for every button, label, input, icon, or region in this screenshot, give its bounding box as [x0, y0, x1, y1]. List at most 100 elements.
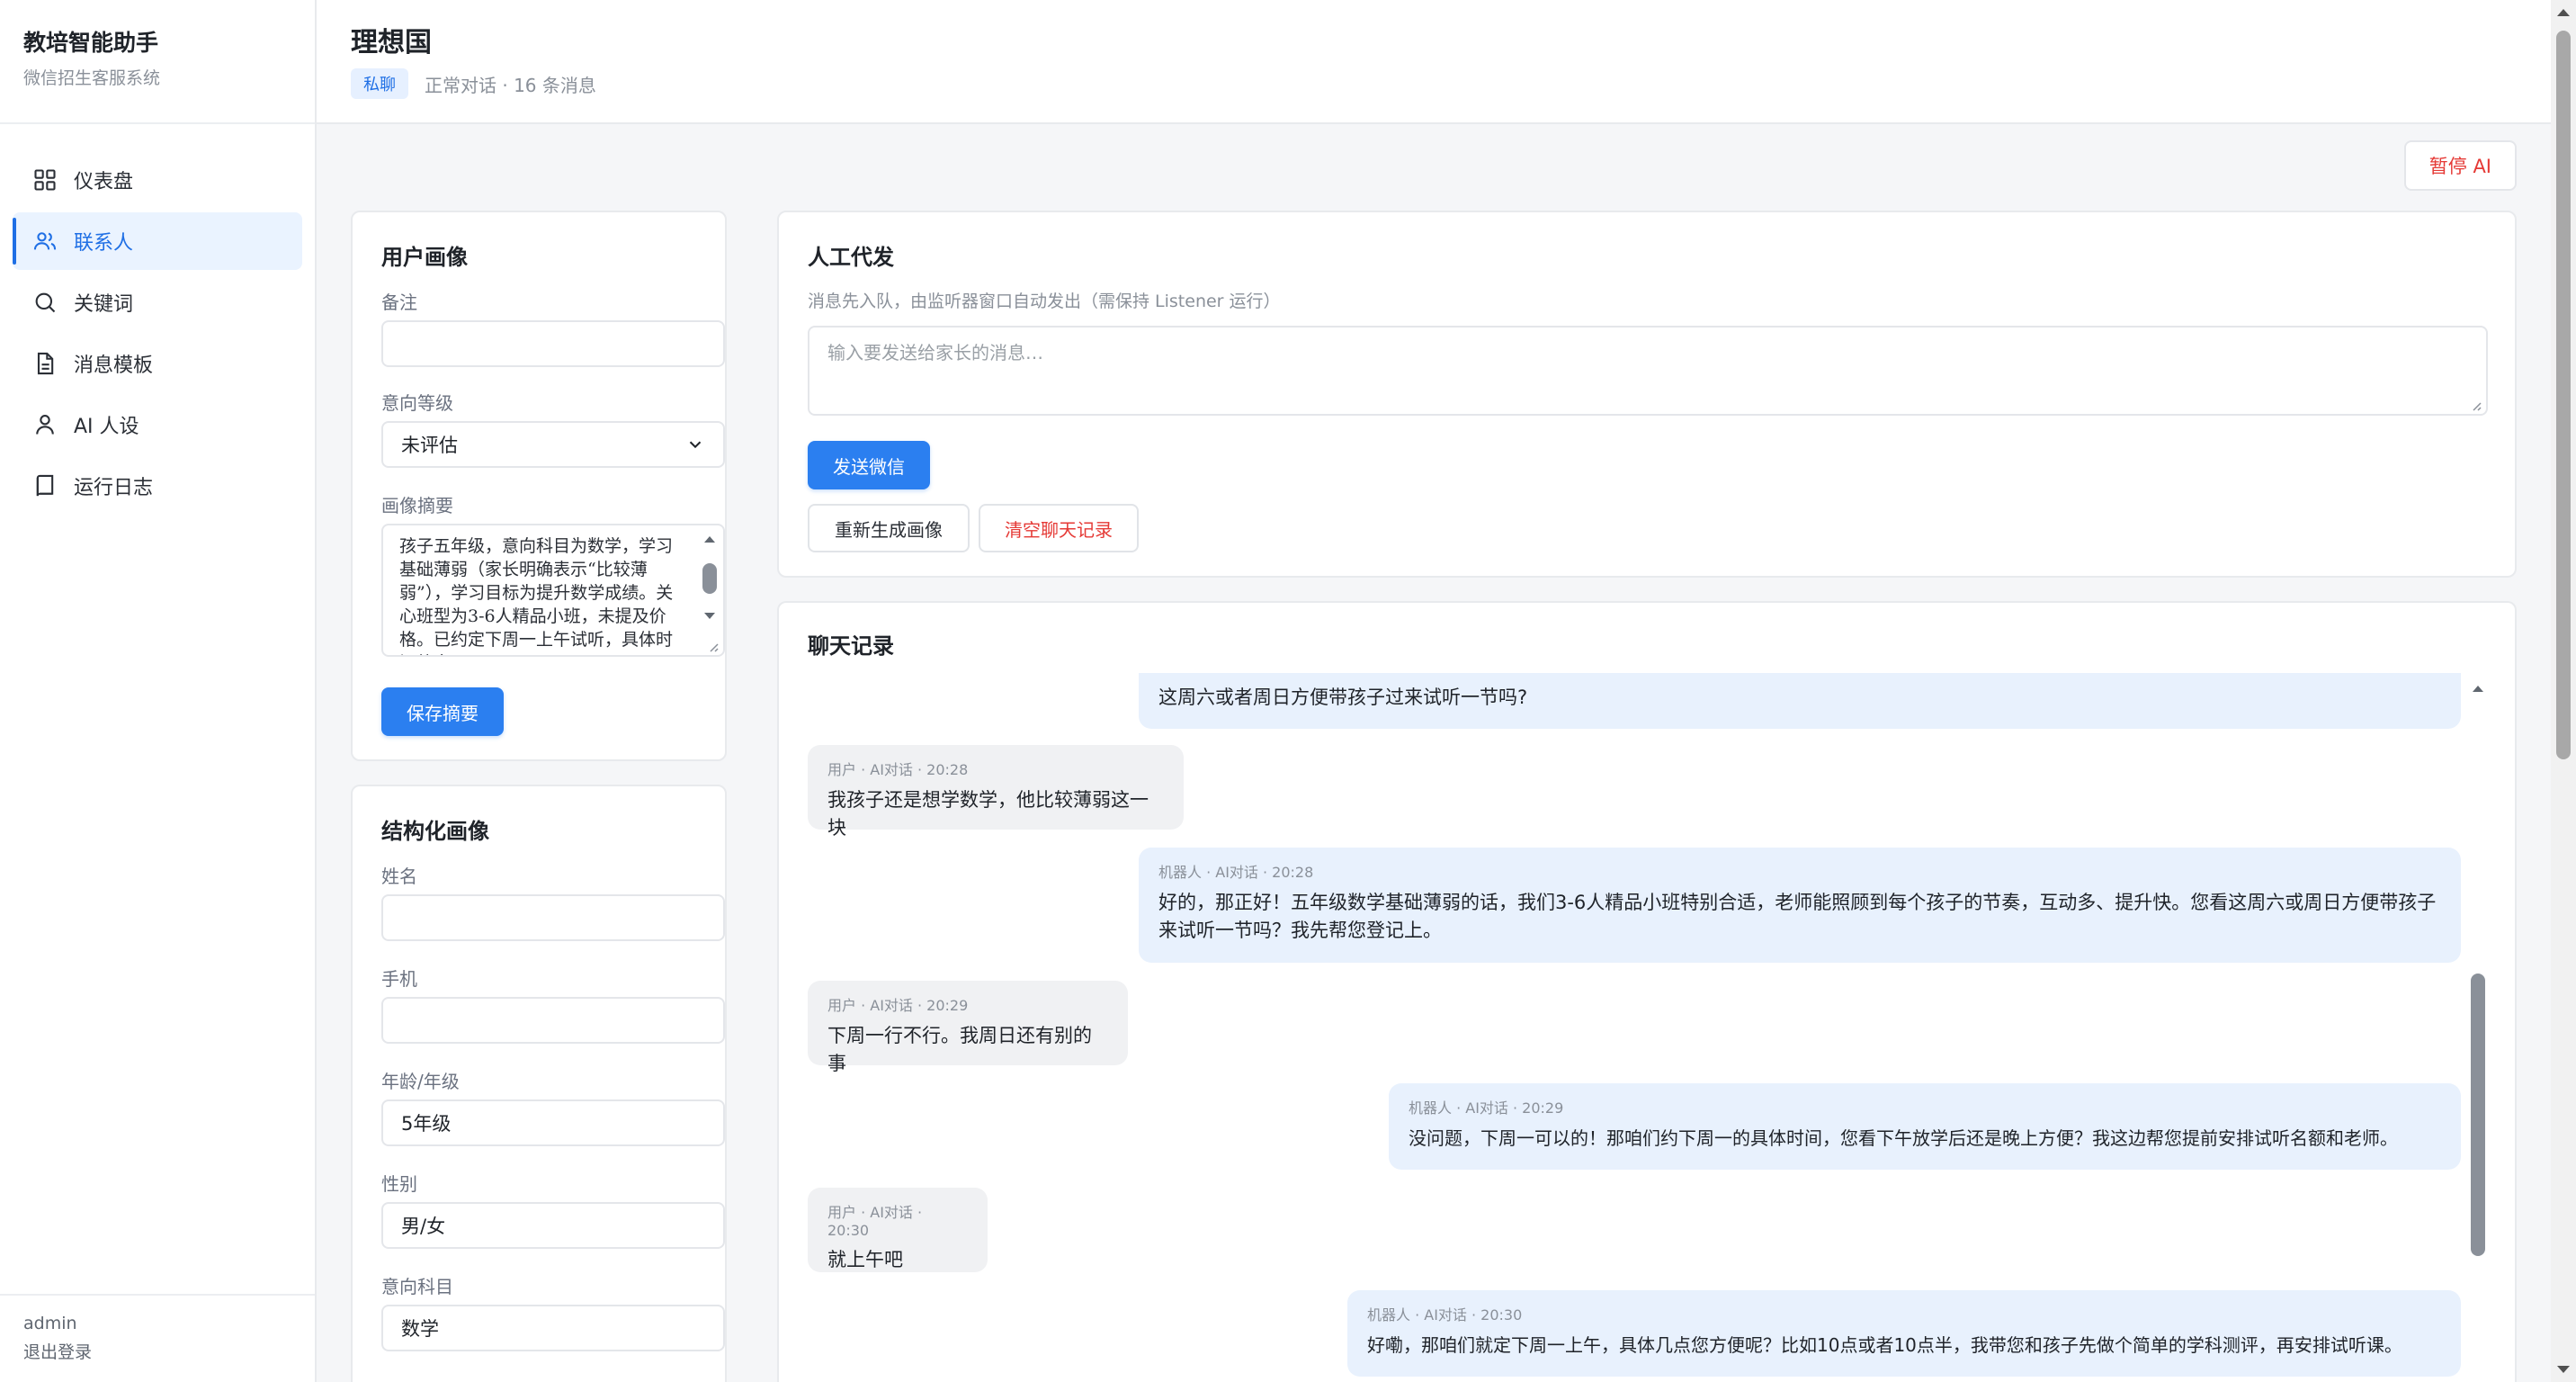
name-label: 姓名	[381, 866, 417, 887]
resize-handle-icon[interactable]	[705, 639, 720, 653]
chevron-down-icon	[689, 441, 702, 449]
grade-label: 年龄/年级	[381, 1071, 460, 1092]
subject-input[interactable]: 数学	[381, 1305, 725, 1351]
sidebar-item-label: 关键词	[74, 293, 134, 316]
save-summary-button[interactable]: 保存摘要	[381, 687, 504, 736]
chat-message-partial: 这周六或者周日方便带孩子过来试听一节吗?	[1139, 673, 2461, 729]
card-title: 用户画像	[381, 245, 468, 270]
pause-ai-button[interactable]: 暂停 AI	[2403, 140, 2517, 191]
card-title: 聊天记录	[808, 633, 894, 659]
chat-message-user: 用户 · AI对话 · 20:30 就上午吧	[808, 1188, 988, 1272]
chat-scroll-area[interactable]: 这周六或者周日方便带孩子过来试听一节吗? 用户 · AI对话 · 20:28 我…	[808, 673, 2486, 1382]
search-icon	[35, 292, 56, 313]
book-icon	[36, 474, 54, 497]
intent-level-label: 意向等级	[381, 392, 453, 414]
summary-text: 孩子五年级，意向科目为数学，学习基础薄弱（家长明确表示“比较薄弱”），学习目标为…	[399, 536, 674, 655]
sidebar-item-contacts[interactable]: 联系人	[13, 212, 302, 270]
app-subtitle: 微信招生客服系统	[23, 68, 161, 88]
chat-message-bot: 机器人 · AI对话 · 20:30 好嘞，那咱们就定下周一上午，具体几点您方便…	[1347, 1290, 2461, 1377]
phone-label: 手机	[381, 968, 417, 990]
sidebar-item-label: 运行日志	[74, 477, 154, 499]
gender-input[interactable]: 男/女	[381, 1202, 725, 1249]
gender-label: 性别	[381, 1173, 417, 1195]
regenerate-profile-button[interactable]: 重新生成画像	[808, 504, 970, 552]
scroll-up-arrow-icon	[2557, 9, 2570, 16]
message-meta: 用户 · AI对话 · 20:30	[827, 1204, 923, 1239]
message-placeholder: 输入要发送给家长的消息…	[827, 342, 1043, 363]
document-icon	[37, 352, 54, 375]
users-icon	[33, 232, 57, 250]
intent-level-select[interactable]: 未评估	[381, 421, 725, 468]
message-meta: 用户 · AI对话 · 20:28	[827, 761, 969, 778]
grid-icon	[34, 169, 56, 191]
message-text: 没问题，下周一可以的！那咱们约下周一的具体时间，您看下午放学后还是晚上方便？我这…	[1409, 1127, 2398, 1149]
app-title: 教培智能助手	[23, 30, 159, 56]
summary-textarea[interactable]: 孩子五年级，意向科目为数学，学习基础薄弱（家长明确表示“比较薄弱”），学习目标为…	[381, 524, 725, 657]
scroll-up-arrow-icon	[2473, 686, 2483, 692]
phone-input[interactable]	[381, 997, 725, 1044]
sidebar-item-label: AI 人设	[74, 416, 139, 438]
summary-scrollbar[interactable]	[700, 531, 720, 648]
grade-input[interactable]: 5年级	[381, 1099, 725, 1146]
conversation-status: 正常对话 · 16 条消息	[425, 74, 596, 96]
message-text: 这周六或者周日方便带孩子过来试听一节吗?	[1158, 687, 1528, 708]
structured-profile-card: 结构化画像 姓名 手机 年龄/年级 5年级 性别 男/女 意向科目 数学	[351, 785, 727, 1382]
sidebar-footer: admin 退出登录	[0, 1294, 315, 1382]
conversation-meta: 私聊 正常对话 · 16 条消息	[351, 68, 2517, 99]
app-root: 教培智能助手 微信招生客服系统 仪表盘 联系人 关键词 消息模板 AI 人设 运…	[0, 0, 2576, 1382]
message-text: 好嘞，那咱们就定下周一上午，具体几点您方便呢？比如10点或者10点半，我带您和孩…	[1367, 1334, 2402, 1356]
sidebar-item-logs[interactable]: 运行日志	[13, 457, 302, 515]
chat-message-user: 用户 · AI对话 · 20:29 下周一行不行。我周日还有别的事	[808, 981, 1128, 1074]
send-wechat-button[interactable]: 发送微信	[808, 441, 930, 489]
summary-label: 画像摘要	[381, 495, 453, 516]
summary-scroll-thumb[interactable]	[702, 563, 717, 594]
person-icon	[36, 415, 54, 435]
message-meta: 机器人 · AI对话 · 20:30	[1367, 1306, 1523, 1324]
chat-message-bot: 机器人 · AI对话 · 20:29 没问题，下周一可以的！那咱们约下周一的具体…	[1389, 1083, 2461, 1170]
sidebar-item-label: 消息模板	[74, 354, 154, 377]
sidebar-item-persona[interactable]: AI 人设	[13, 396, 302, 453]
message-meta: 机器人 · AI对话 · 20:28	[1158, 864, 1314, 881]
page-scroll-thumb[interactable]	[2556, 31, 2571, 759]
chat-type-badge: 私聊	[351, 68, 408, 99]
chat-message-user: 用户 · AI对话 · 20:28 我孩子还是想学数学，他比较薄弱这一块	[808, 745, 1184, 839]
remark-label: 备注	[381, 292, 417, 313]
manual-send-card: 人工代发 消息先入队，由监听器窗口自动发出（需保持 Listener 运行） 输…	[777, 211, 2517, 578]
remark-input[interactable]	[381, 320, 725, 367]
sidebar-item-dashboard[interactable]: 仪表盘	[13, 151, 302, 209]
message-text: 我孩子还是想学数学，他比较薄弱这一块	[827, 789, 1149, 839]
scroll-down-arrow-icon	[2557, 1366, 2570, 1373]
resize-handle-icon[interactable]	[2468, 398, 2482, 412]
sidebar-item-label: 仪表盘	[74, 171, 134, 193]
message-text: 下周一行不行。我周日还有别的事	[827, 1025, 1092, 1074]
page-title: 理想国	[351, 27, 432, 58]
chat-history-card: 聊天记录 这周六或者周日方便带孩子过来试听一节吗? 用户 · AI对话 · 20…	[777, 601, 2517, 1382]
message-text: 好的，那正好！五年级数学基础薄弱的话，我们3-6人精品小班特别合适，老师能照顾到…	[1158, 892, 2437, 941]
current-user: admin	[23, 1314, 77, 1333]
sidebar: 教培智能助手 微信招生客服系统 仪表盘 联系人 关键词 消息模板 AI 人设 运…	[0, 0, 317, 1382]
message-meta: 机器人 · AI对话 · 20:29	[1409, 1099, 1564, 1117]
message-text: 就上午吧	[827, 1249, 903, 1270]
main-content: 暂停 AI 用户画像 备注 意向等级 未评估 画像摘要 孩子五年级，意向科目为数…	[317, 124, 2551, 1382]
card-title: 结构化画像	[381, 819, 489, 844]
name-input[interactable]	[381, 894, 725, 941]
chat-scrollbar[interactable]	[2468, 682, 2488, 1382]
manual-send-hint: 消息先入队，由监听器窗口自动发出（需保持 Listener 运行）	[808, 292, 1281, 311]
sidebar-item-label: 联系人	[74, 232, 134, 255]
sidebar-nav: 仪表盘 联系人 关键词 消息模板 AI 人设 运行日志	[0, 124, 315, 515]
user-profile-card: 用户画像 备注 意向等级 未评估 画像摘要 孩子五年级，意向科目为数学，学习基础…	[351, 211, 727, 761]
logout-link[interactable]: 退出登录	[23, 1339, 291, 1363]
subject-label: 意向科目	[381, 1276, 453, 1297]
page-scrollbar[interactable]	[2551, 0, 2576, 1382]
scroll-down-arrow-icon	[704, 613, 715, 619]
scroll-up-arrow-icon	[704, 536, 715, 543]
brand: 教培智能助手 微信招生客服系统	[0, 0, 315, 124]
intent-level-value: 未评估	[401, 435, 458, 456]
chat-message-bot: 机器人 · AI对话 · 20:28 好的，那正好！五年级数学基础薄弱的话，我们…	[1139, 848, 2461, 963]
sidebar-item-templates[interactable]: 消息模板	[13, 335, 302, 392]
clear-chat-button[interactable]: 清空聊天记录	[979, 504, 1139, 552]
sidebar-item-keywords[interactable]: 关键词	[13, 274, 302, 331]
message-textarea[interactable]: 输入要发送给家长的消息…	[808, 326, 2488, 416]
page-header: 理想国 私聊 正常对话 · 16 条消息	[317, 0, 2551, 124]
chat-scroll-thumb[interactable]	[2471, 974, 2485, 1256]
